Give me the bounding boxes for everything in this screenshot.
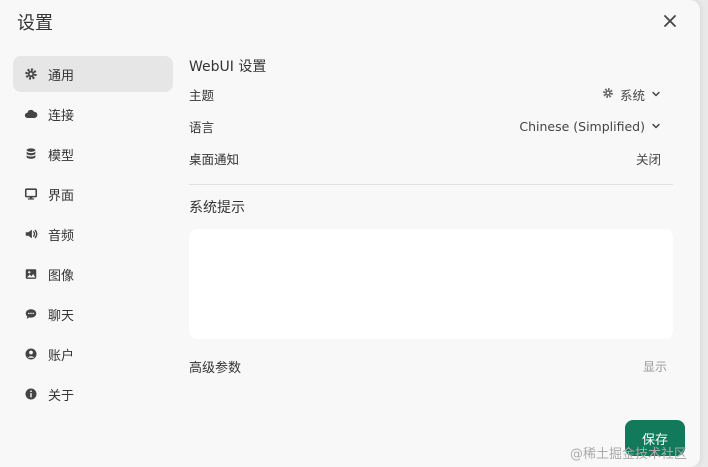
sidebar-item-label: 关于 — [48, 388, 75, 404]
sidebar-item-chat[interactable]: 聊天 — [13, 296, 173, 332]
sidebar-item-general[interactable]: 通用 — [13, 56, 173, 92]
cloud-icon — [24, 107, 38, 121]
sidebar-item-connections[interactable]: 连接 — [13, 96, 173, 132]
close-button[interactable] — [660, 12, 680, 32]
advanced-params-toggle[interactable]: 显示 — [643, 358, 673, 375]
database-icon — [24, 147, 38, 161]
watermark: @稀土掘金技术社区 — [570, 447, 688, 462]
sidebar-item-label: 音频 — [48, 228, 75, 244]
sidebar-item-label: 账户 — [48, 348, 75, 364]
chat-bubble-icon — [24, 307, 38, 321]
sidebar-item-label: 界面 — [48, 188, 75, 204]
language-value: Chinese (Simplified) — [519, 118, 645, 134]
sidebar-item-models[interactable]: 模型 — [13, 136, 173, 172]
divider — [189, 184, 673, 185]
theme-row: 主题 系统 — [189, 78, 673, 110]
sidebar-item-label: 通用 — [48, 68, 75, 84]
sidebar-item-label: 模型 — [48, 148, 75, 164]
advanced-params-row: 高级参数 显示 — [189, 355, 673, 377]
sidebar-item-label: 聊天 — [48, 308, 75, 324]
theme-value: 系统 — [619, 87, 645, 103]
theme-label: 主题 — [189, 87, 215, 103]
advanced-params-label: 高级参数 — [189, 360, 242, 376]
notifications-toggle[interactable]: 关闭 — [636, 149, 673, 168]
gear-icon — [24, 67, 38, 81]
monitor-icon — [24, 187, 38, 201]
notifications-label: 桌面通知 — [189, 151, 240, 167]
language-row: 语言 Chinese (Simplified) — [189, 110, 673, 142]
theme-select[interactable]: 系统 — [602, 85, 673, 104]
dialog-title: 设置 — [17, 13, 53, 34]
system-prompt-label: 系统提示 — [189, 200, 245, 216]
system-prompt-textarea[interactable] — [189, 229, 673, 339]
gear-icon — [602, 87, 614, 102]
sidebar-item-interface[interactable]: 界面 — [13, 176, 173, 212]
sidebar-item-label: 图像 — [48, 268, 75, 284]
speaker-icon — [24, 227, 38, 241]
image-icon — [24, 267, 38, 281]
chevron-down-icon — [651, 87, 661, 102]
chevron-down-icon — [651, 119, 661, 134]
language-label: 语言 — [189, 119, 215, 135]
sidebar-item-label: 连接 — [48, 108, 75, 124]
general-settings-panel: WebUI 设置 主题 系统 语言 Chinese (Simplified) 桌… — [189, 56, 673, 377]
settings-dialog: 设置 通用 连接 模型 界面 音频 图像 聊天 账户 关于 WebUI 设置 主… — [0, 0, 700, 467]
settings-sidebar: 通用 连接 模型 界面 音频 图像 聊天 账户 关于 — [13, 56, 173, 416]
sidebar-item-about[interactable]: 关于 — [13, 376, 173, 412]
close-icon — [663, 13, 677, 32]
section-title: WebUI 设置 — [189, 59, 267, 75]
info-icon — [24, 387, 38, 401]
user-circle-icon — [24, 347, 38, 361]
notifications-row: 桌面通知 关闭 — [189, 142, 673, 174]
sidebar-item-account[interactable]: 账户 — [13, 336, 173, 372]
sidebar-item-audio[interactable]: 音频 — [13, 216, 173, 252]
language-select[interactable]: Chinese (Simplified) — [519, 119, 673, 134]
sidebar-item-images[interactable]: 图像 — [13, 256, 173, 292]
